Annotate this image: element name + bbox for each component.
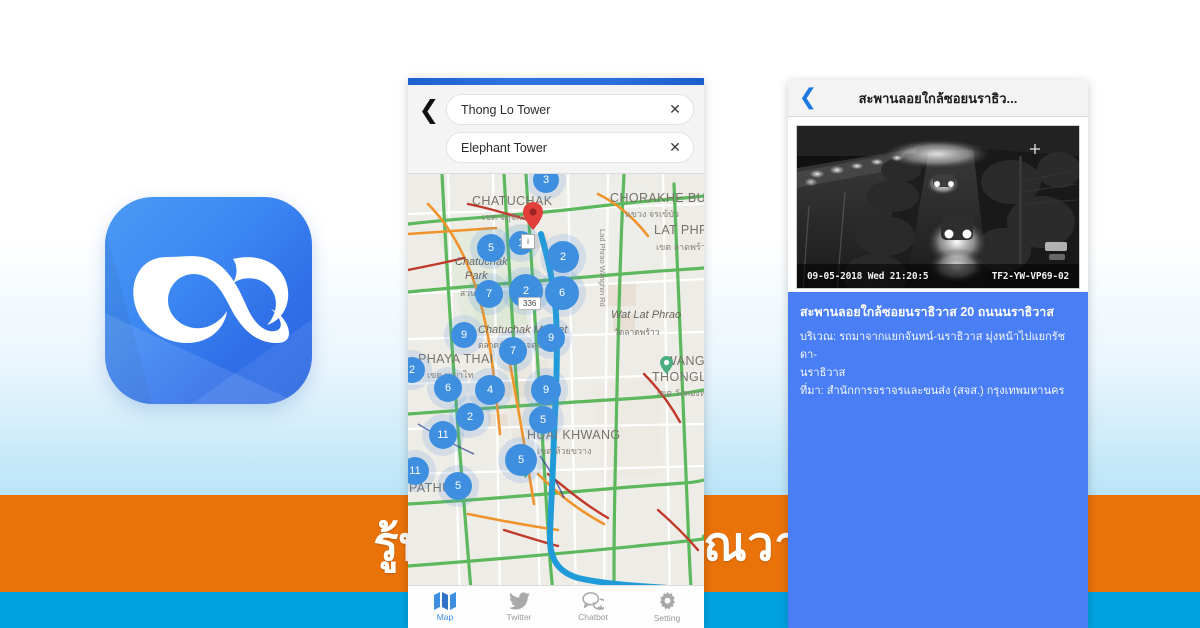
phone-left-map-screen: ❮ Thong Lo Tower ✕ Elephant Tower ✕ CHAT… (408, 78, 704, 628)
detail-line: บริเวณ: รถมาจากแยกจันทน์-นราธิวาส มุ่งหน… (800, 330, 1066, 362)
tab-chatbot[interactable]: Chatbot (556, 586, 630, 628)
cctv-night-scene (797, 126, 1079, 288)
tab-twitter[interactable]: Twitter (482, 586, 556, 628)
tab-label-chatbot: Chatbot (578, 612, 608, 622)
detail-line: ที่มา: สำนักการจราจรและขนส่ง (สจส.) กรุง… (800, 385, 1065, 398)
camera-timestamp-bar: 09-05-2018 Wed 21:20:5 TF2-YW-VP69-02 (797, 271, 1079, 282)
tab-setting[interactable]: Setting (630, 586, 704, 628)
close-x-icon[interactable]: ✕ (667, 102, 683, 118)
map-cluster-marker[interactable]: 11 (429, 421, 457, 449)
map-cluster-marker[interactable]: 5 (505, 444, 537, 476)
map-cluster-marker[interactable]: 9 (451, 322, 477, 348)
map-cluster-marker[interactable]: 4 (475, 375, 505, 405)
map-pin-icon[interactable] (523, 202, 543, 230)
map-cluster-marker[interactable]: 9 (537, 324, 565, 352)
camera-section: 09-05-2018 Wed 21:20:5 TF2-YW-VP69-02 (788, 117, 1088, 289)
destination-value: Elephant Tower (461, 140, 547, 155)
search-fields: Thong Lo Tower ✕ Elephant Tower ✕ (446, 94, 694, 163)
infinity-wave-icon (133, 256, 290, 343)
map-cluster-marker[interactable]: 2 (456, 403, 484, 431)
search-input-origin[interactable]: Thong Lo Tower ✕ (446, 94, 694, 125)
phone-right-detail-screen: ❮ สะพานลอยใกล้ซอยนราธิว... 09-05-2018 We… (788, 80, 1088, 628)
map-cluster-marker[interactable]: 5 (444, 472, 472, 500)
detail-title: สะพานลอยใกล้ซอยนราธิวาส 20 ถนนนราธิวาส (800, 305, 1054, 319)
page-title: สะพานลอยใกล้ซอยนราธิว... (858, 90, 1018, 106)
tab-label-setting: Setting (653, 612, 681, 623)
close-x-icon[interactable]: ✕ (667, 140, 683, 156)
map-cluster-marker[interactable]: 7 (475, 280, 503, 308)
map-cluster-marker[interactable]: 2 (547, 241, 579, 273)
map-cluster-marker[interactable]: 6 (545, 276, 579, 310)
detail-header: ❮ สะพานลอยใกล้ซอยนราธิว... (788, 80, 1088, 117)
route-number-badge: 336 (518, 297, 542, 310)
map-cluster-marker[interactable]: 5 (529, 406, 557, 434)
map-cluster-marker[interactable]: 6 (434, 374, 462, 402)
search-input-destination[interactable]: Elephant Tower ✕ (446, 132, 694, 163)
detail-line: นราธิวาส (800, 367, 846, 380)
chat-bubble-icon (582, 592, 604, 610)
map-icon (434, 592, 456, 610)
map-cluster-marker[interactable]: 7 (499, 337, 527, 365)
tab-label-map: Map (436, 612, 454, 622)
cctv-image[interactable]: 09-05-2018 Wed 21:20:5 TF2-YW-VP69-02 (796, 125, 1080, 289)
map-view[interactable]: CHATUCHAK เขต จตุจักร CHORAKHE BUA แขวง … (408, 174, 704, 602)
map-cluster-marker[interactable]: 5 (477, 234, 505, 262)
chevron-left-icon[interactable]: ❮ (418, 94, 440, 125)
pin-info-badge: i (521, 234, 535, 249)
status-bar (408, 78, 704, 85)
twitter-icon (508, 592, 530, 610)
tab-map[interactable]: Map (408, 586, 482, 628)
detail-info-panel: สะพานลอยใกล้ซอยนราธิวาส 20 ถนนนราธิวาส บ… (788, 289, 1088, 628)
bottom-tab-bar: Map Twitter Chatbot Setting (408, 585, 704, 628)
search-panel: ❮ Thong Lo Tower ✕ Elephant Tower ✕ (408, 85, 704, 174)
tab-label-twitter: Twitter (506, 612, 532, 622)
gear-icon (659, 591, 675, 609)
chevron-left-icon[interactable]: ❮ (798, 86, 818, 110)
app-logo (105, 197, 312, 404)
map-cluster-marker[interactable]: 9 (531, 375, 561, 405)
camera-id: TF2-YW-VP69-02 (991, 271, 1069, 282)
place-pin-icon[interactable] (660, 356, 673, 374)
camera-timestamp: 09-05-2018 Wed 21:20:5 (807, 271, 929, 282)
origin-value: Thong Lo Tower (461, 102, 551, 117)
